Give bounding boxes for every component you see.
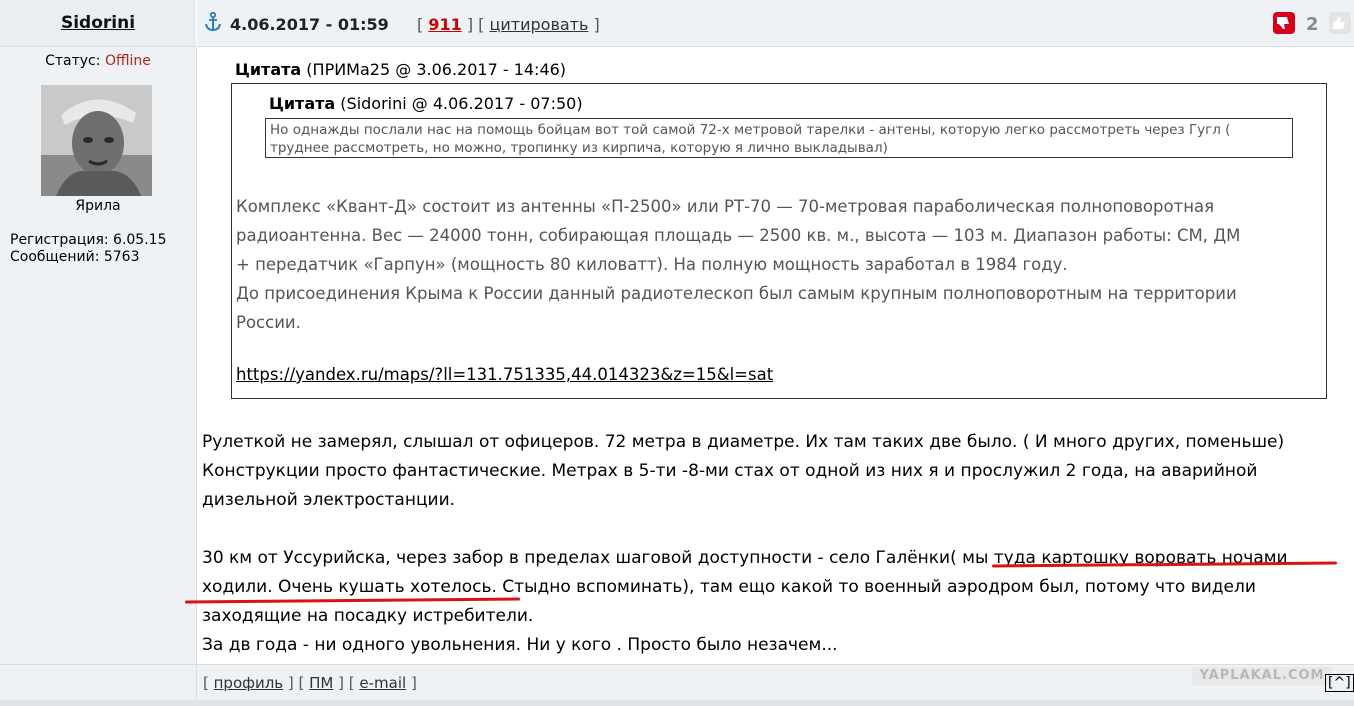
- quote-line: России.: [236, 313, 301, 332]
- author-header: Sidorini: [0, 0, 196, 47]
- quote-meta: (Sidorini @ 4.06.2017 - 07:50): [335, 94, 583, 113]
- quote-line: До присоединения Крыма к России данный р…: [236, 284, 1237, 303]
- anchor-icon[interactable]: [204, 12, 222, 32]
- yandex-map-link[interactable]: https://yandex.ru/maps/?ll=131.751335,44…: [236, 365, 773, 384]
- registration-date: Регистрация: 6.05.15: [10, 232, 167, 248]
- quote-label: Цитата: [269, 94, 336, 113]
- post-line: Конструкции просто фантастические. Метра…: [202, 461, 1258, 481]
- post-body: Цитата (ПРИМа25 @ 3.06.2017 - 14:46) Цит…: [184, 47, 1354, 664]
- thumbs-up-icon[interactable]: [1329, 12, 1351, 34]
- post-number-link[interactable]: 911: [428, 15, 461, 34]
- author-username[interactable]: Sidorini: [0, 13, 196, 33]
- email-link[interactable]: e-mail: [359, 674, 406, 692]
- outer-quote-title: Цитата (ПРИМа25 @ 3.06.2017 - 14:46): [235, 60, 566, 79]
- bracket: ]: [588, 15, 600, 34]
- quote-label: Цитата: [235, 60, 302, 79]
- pm-link[interactable]: ПМ: [309, 674, 333, 692]
- post-date: 4.06.2017 - 01:59: [230, 15, 389, 34]
- bracket: [: [417, 15, 429, 34]
- quote-line: Комплекс «Квант-Д» состоит из антенны «П…: [236, 197, 1215, 216]
- inner-quote-text: Но однажды послали нас на помощь бойцам …: [265, 118, 1293, 158]
- profile-link[interactable]: профиль: [214, 674, 284, 692]
- site-watermark: YAPLAKAL.COM: [1192, 667, 1332, 685]
- thumbs-down-icon[interactable]: [1273, 12, 1295, 34]
- post-header: 4.06.2017 - 01:59 [ 911 ] [ цитировать ]…: [197, 0, 1354, 47]
- post-line: ходили. Очень кушать хотелось. Стыдно вс…: [202, 577, 1256, 597]
- outer-quote-text: Комплекс «Квант-Д» состоит из антенны «П…: [236, 192, 1320, 337]
- post-line: 30 км от Уссурийска, через забор в преде…: [202, 548, 1288, 568]
- post-line: За дв года - ни одного увольнения. Ни у …: [202, 635, 838, 655]
- post-line: дизельной электростанции.: [202, 490, 456, 510]
- footer-divider: [0, 700, 1354, 706]
- author-status: Статус: Offline: [0, 53, 196, 69]
- cite-link[interactable]: цитировать: [489, 15, 588, 34]
- post-line: заходящие на посадку истребители.: [202, 606, 534, 626]
- quote-line: + передатчик «Гарпун» (мощность 80 килов…: [236, 255, 1068, 274]
- scroll-top-button[interactable]: [^]: [1325, 674, 1354, 692]
- bracket: ] [: [461, 15, 490, 34]
- avatar[interactable]: [41, 85, 152, 196]
- rating-count: 2: [1306, 14, 1319, 35]
- footer-sidebar-cell: [0, 665, 197, 700]
- author-sidebar: Статус: Offline Ярила Регистрация: 6.05.…: [0, 47, 197, 664]
- outer-quote: Цитата (Sidorini @ 4.06.2017 - 07:50) Но…: [231, 83, 1327, 399]
- post-actions: [ 911 ] [ цитировать ]: [417, 15, 600, 34]
- inner-quote-title: Цитата (Sidorini @ 4.06.2017 - 07:50): [269, 94, 583, 113]
- avatar-caption: Ярила: [75, 198, 121, 214]
- post-footer: [ профиль ] [ ПМ ] [ e-mail ] YAPLAKAL.C…: [0, 664, 1354, 706]
- status-value: Offline: [104, 53, 151, 69]
- message-count: Сообщений: 5763: [10, 249, 140, 265]
- quote-line: радиоантенна. Вес — 24000 тонн, собирающ…: [236, 226, 1241, 245]
- post-text: Рулеткой не замерял, слышал от офицеров.…: [202, 428, 1347, 660]
- post-line: Рулеткой не замерял, слышал от офицеров.…: [202, 432, 1285, 452]
- footer-links: [ профиль ] [ ПМ ] [ e-mail ]: [203, 674, 417, 692]
- author-stats: Регистрация: 6.05.15 Сообщений: 5763: [10, 232, 166, 266]
- quote-meta: (ПРИМа25 @ 3.06.2017 - 14:46): [301, 60, 567, 79]
- status-label: Статус:: [45, 53, 105, 69]
